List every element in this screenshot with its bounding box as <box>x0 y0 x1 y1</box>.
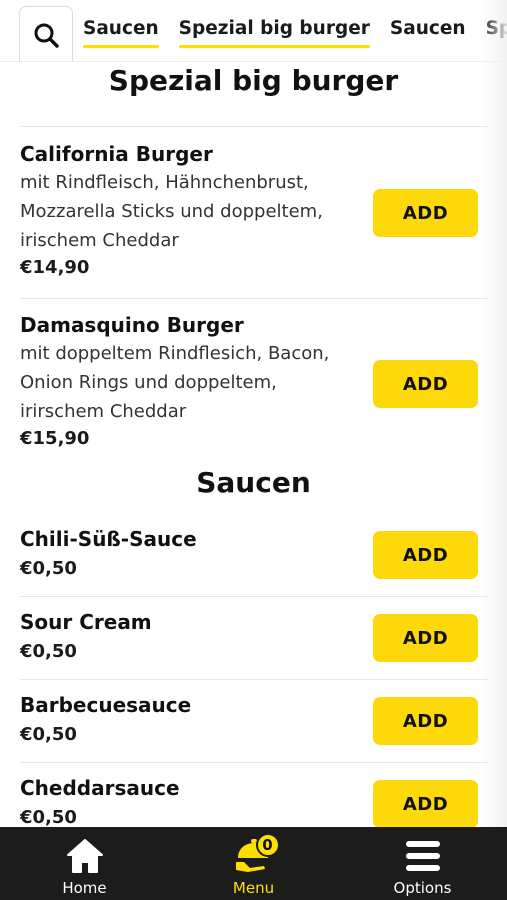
cart-count-badge: 0 <box>255 833 280 857</box>
home-icon <box>63 837 107 875</box>
nav-home[interactable]: Home <box>0 827 169 900</box>
nav-home-label: Home <box>62 879 107 897</box>
item-name: Damasquino Burger <box>20 313 244 337</box>
add-button[interactable]: ADD <box>373 531 478 579</box>
item-description-line: irirschem Cheddar <box>20 401 187 422</box>
item-price: €14,90 <box>20 257 90 278</box>
tab-saucen[interactable]: Saucen <box>83 0 159 61</box>
item-price: €15,90 <box>20 428 90 449</box>
section-title: Saucen <box>196 466 311 499</box>
nav-options-label: Options <box>393 879 452 897</box>
menu-item: Damasquino Burger mit doppeltem Rindfles… <box>20 312 488 462</box>
item-description: mit doppeltem Rindflesich, Bacon, Onion … <box>20 339 360 426</box>
item-description-line: Onion Rings und doppeltem, <box>20 372 277 393</box>
item-description: mit Rindfleisch, Hähnchenbrust, Mozzarel… <box>20 168 360 255</box>
menu-item: California Burger mit Rindfleisch, Hähnc… <box>20 141 488 298</box>
item-description-line: Mozzarella Sticks und doppeltem, <box>20 201 323 222</box>
category-tabs: Saucen Spezial big burger Saucen Spezial… <box>83 0 507 61</box>
nav-options[interactable]: Options <box>338 827 507 900</box>
divider <box>20 126 488 127</box>
divider <box>20 298 488 299</box>
divider <box>20 596 488 597</box>
nav-menu-label: Menu <box>232 879 275 897</box>
search-button[interactable] <box>19 6 73 61</box>
item-description-line: irischem Cheddar <box>20 230 179 251</box>
hamburger-menu-icon <box>401 837 445 875</box>
cloche-icon: 0 <box>232 833 280 875</box>
tab-spezial-big-burger[interactable]: Spezial big burger <box>486 0 507 61</box>
tab-saucen[interactable]: Saucen <box>390 0 466 61</box>
category-bar: Saucen Spezial big burger Saucen Spezial… <box>0 0 507 62</box>
item-description-line: mit doppeltem Rindflesich, Bacon, <box>20 343 330 364</box>
add-button[interactable]: ADD <box>373 780 478 827</box>
add-button[interactable]: ADD <box>373 189 478 237</box>
section-title: Spezial big burger <box>108 64 399 97</box>
menu-item: Barbecuesauce €0,50 ADD <box>20 692 488 762</box>
search-icon <box>34 23 59 48</box>
item-name: California Burger <box>20 142 213 166</box>
divider <box>20 679 488 680</box>
menu-item: Sour Cream €0,50 ADD <box>20 609 488 679</box>
bottom-navigation: Home 0 Menu Options <box>0 827 507 900</box>
tab-spezial-big-burger[interactable]: Spezial big burger <box>178 0 371 61</box>
menu-item: Cheddarsauce €0,50 ADD <box>20 775 488 827</box>
add-button[interactable]: ADD <box>373 697 478 745</box>
menu-item: Chili-Süß-Sauce €0,50 ADD <box>20 526 488 596</box>
nav-menu[interactable]: 0 Menu <box>169 827 338 900</box>
item-description-line: mit Rindfleisch, Hähnchenbrust, <box>20 172 309 193</box>
divider <box>20 762 488 763</box>
add-button[interactable]: ADD <box>373 614 478 662</box>
add-button[interactable]: ADD <box>373 360 478 408</box>
menu-content: Spezial big burger California Burger mit… <box>0 62 507 827</box>
